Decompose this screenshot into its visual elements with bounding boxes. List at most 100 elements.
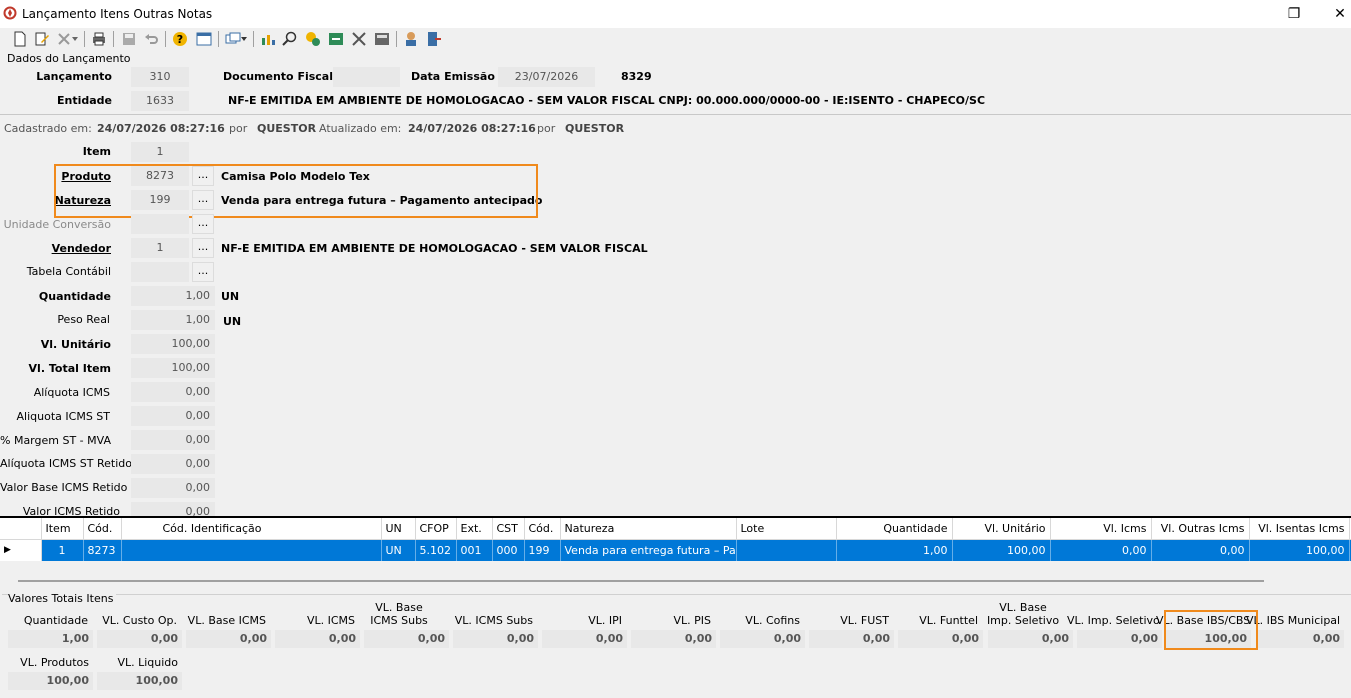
edit-icon[interactable] (33, 30, 51, 48)
cell-un[interactable]: UN (381, 539, 416, 561)
vl-total-field[interactable]: 100,00 (131, 358, 215, 378)
tools-icon[interactable] (350, 30, 368, 48)
total-field-1[interactable]: 0,00 (97, 630, 182, 648)
unidade-conversao-field[interactable] (131, 214, 189, 234)
item-field[interactable]: 1 (131, 142, 189, 162)
cell-lote[interactable] (736, 539, 837, 561)
peso-real-field[interactable]: 1,00 (131, 310, 215, 330)
col-cfop[interactable]: CFOP (415, 516, 457, 540)
total-field-0[interactable]: 1,00 (8, 630, 93, 648)
exit-icon[interactable] (425, 30, 443, 48)
table-row[interactable]: ▶ 1 8273 UN 5.102 001 000 199 Venda para… (0, 539, 1351, 561)
col-cod-identificacao-and-pad[interactable]: Cód. Identificação (121, 516, 382, 540)
col-item[interactable]: Item (41, 516, 84, 540)
cell-ext[interactable]: 001 (456, 539, 493, 561)
col-natureza[interactable]: Natureza (560, 516, 737, 540)
print-icon[interactable] (90, 30, 108, 48)
col-vl-icms[interactable]: Vl. Icms (1050, 516, 1152, 540)
entidade-field[interactable]: 1633 (131, 91, 189, 111)
col-un[interactable]: UN (381, 516, 416, 540)
total-field-11[interactable]: 0,00 (988, 630, 1073, 648)
aliquota-icms-st-field[interactable]: 0,00 (131, 406, 215, 426)
report-icon[interactable] (259, 30, 277, 48)
unidade-lookup-button[interactable]: ... (192, 214, 214, 234)
total-field-9[interactable]: 0,00 (809, 630, 894, 648)
restore-button[interactable]: ❐ (1279, 4, 1309, 24)
total-field-2[interactable]: 0,00 (186, 630, 271, 648)
cell-cst[interactable]: 000 (492, 539, 525, 561)
total-field-7[interactable]: 0,00 (631, 630, 716, 648)
total-field-12[interactable]: 0,00 (1077, 630, 1162, 648)
cell-vl-icms[interactable]: 0,00 (1050, 539, 1152, 561)
col-ext[interactable]: Ext. (456, 516, 493, 540)
undo-icon[interactable] (142, 30, 160, 48)
close-button[interactable]: ✕ (1325, 4, 1351, 24)
windows-dropdown-icon[interactable] (240, 30, 248, 48)
add-record-icon[interactable] (304, 30, 322, 48)
total-field-14[interactable]: 0,00 (1256, 630, 1344, 648)
delete-dropdown-icon[interactable] (70, 30, 80, 48)
lancamento-field[interactable]: 310 (131, 67, 189, 87)
user-icon[interactable] (402, 30, 420, 48)
cell-natureza[interactable]: Venda para entrega futura – Pa... (560, 539, 737, 561)
total-field-6[interactable]: 0,00 (542, 630, 627, 648)
total-label-2: VL. Base ICMS (187, 614, 266, 627)
cell-cod-natureza[interactable]: 199 (524, 539, 561, 561)
total-field-10[interactable]: 0,00 (898, 630, 983, 648)
col-vl-unitario[interactable]: Vl. Unitário (952, 516, 1051, 540)
cell-vl-unitario[interactable]: 100,00 (952, 539, 1051, 561)
svg-text:?: ? (177, 33, 183, 46)
col-cst[interactable]: CST (492, 516, 525, 540)
col-lote[interactable]: Lote (736, 516, 837, 540)
vendedor-field[interactable]: 1 (131, 238, 189, 258)
margem-st-field[interactable]: 0,00 (131, 430, 215, 450)
col-cod-natureza[interactable]: Cód. (524, 516, 561, 540)
documento-field[interactable] (333, 67, 400, 87)
horizontal-scrollbar[interactable] (18, 580, 1264, 582)
tabela-contabil-field[interactable] (131, 262, 189, 282)
cell-cfop[interactable]: 5.102 (415, 539, 457, 561)
vl-produtos-field[interactable]: 100,00 (8, 672, 93, 690)
valor-icms-retido-field[interactable]: 0,00 (131, 502, 215, 516)
group-title: Dados do Lançamento (7, 52, 131, 65)
total-field-3[interactable]: 0,00 (275, 630, 360, 648)
cell-quantidade[interactable]: 1,00 (836, 539, 953, 561)
col-cod[interactable]: Cód. (83, 516, 122, 540)
vl-produtos-label: VL. Produtos (20, 656, 89, 669)
col-quantidade[interactable]: Quantidade (836, 516, 953, 540)
cadastrado-value: 24/07/2026 08:27:16 (97, 122, 225, 135)
calculator-icon[interactable] (373, 30, 391, 48)
cell-vl-outras-icms[interactable]: 0,00 (1151, 539, 1250, 561)
cell-cod[interactable]: 8273 (83, 539, 122, 561)
tabela-lookup-button[interactable]: ... (192, 262, 214, 282)
aliquota-st-retido-field[interactable]: 0,00 (131, 454, 215, 474)
total-field-4[interactable]: 0,00 (364, 630, 449, 648)
vl-unitario-label: Vl. Unitário (40, 338, 111, 351)
calendar-icon[interactable] (195, 30, 213, 48)
search-icon[interactable] (281, 30, 299, 48)
vendedor-lookup-button[interactable]: ... (192, 238, 214, 258)
data-emissao-field[interactable]: 23/07/2026 (498, 67, 595, 87)
export-icon[interactable] (327, 30, 345, 48)
total-label-1: VL. Custo Op. (102, 614, 177, 627)
vl-unitario-field[interactable]: 100,00 (131, 334, 215, 354)
vl-liquido-field[interactable]: 100,00 (97, 672, 182, 690)
tabela-contabil-label: Tabela Contábil (26, 265, 111, 278)
vendedor-link[interactable]: Vendedor (0, 242, 111, 255)
save-icon[interactable] (120, 30, 138, 48)
valor-base-retido-field[interactable]: 0,00 (131, 478, 215, 498)
cell-cod-identificacao[interactable] (121, 539, 382, 561)
title-bar: Lançamento Itens Outras Notas ❐ ✕ (0, 0, 1351, 28)
quantidade-field[interactable]: 1,00 (131, 286, 215, 306)
total-field-8[interactable]: 0,00 (720, 630, 805, 648)
aliquota-st-retido-label: Alíquota ICMS ST Retido (0, 457, 132, 470)
cell-item[interactable]: 1 (41, 539, 84, 561)
help-icon[interactable]: ? (171, 30, 189, 48)
col-vl-isentas-icms[interactable]: Vl. Isentas Icms (1249, 516, 1350, 540)
cell-vl-isentas-icms[interactable]: 100,00 (1249, 539, 1350, 561)
col-vl-outras-icms[interactable]: Vl. Outras Icms (1151, 516, 1250, 540)
data-emissao-label: Data Emissão (411, 70, 495, 83)
total-field-5[interactable]: 0,00 (453, 630, 538, 648)
aliquota-icms-field[interactable]: 0,00 (131, 382, 215, 402)
new-icon[interactable] (11, 30, 29, 48)
